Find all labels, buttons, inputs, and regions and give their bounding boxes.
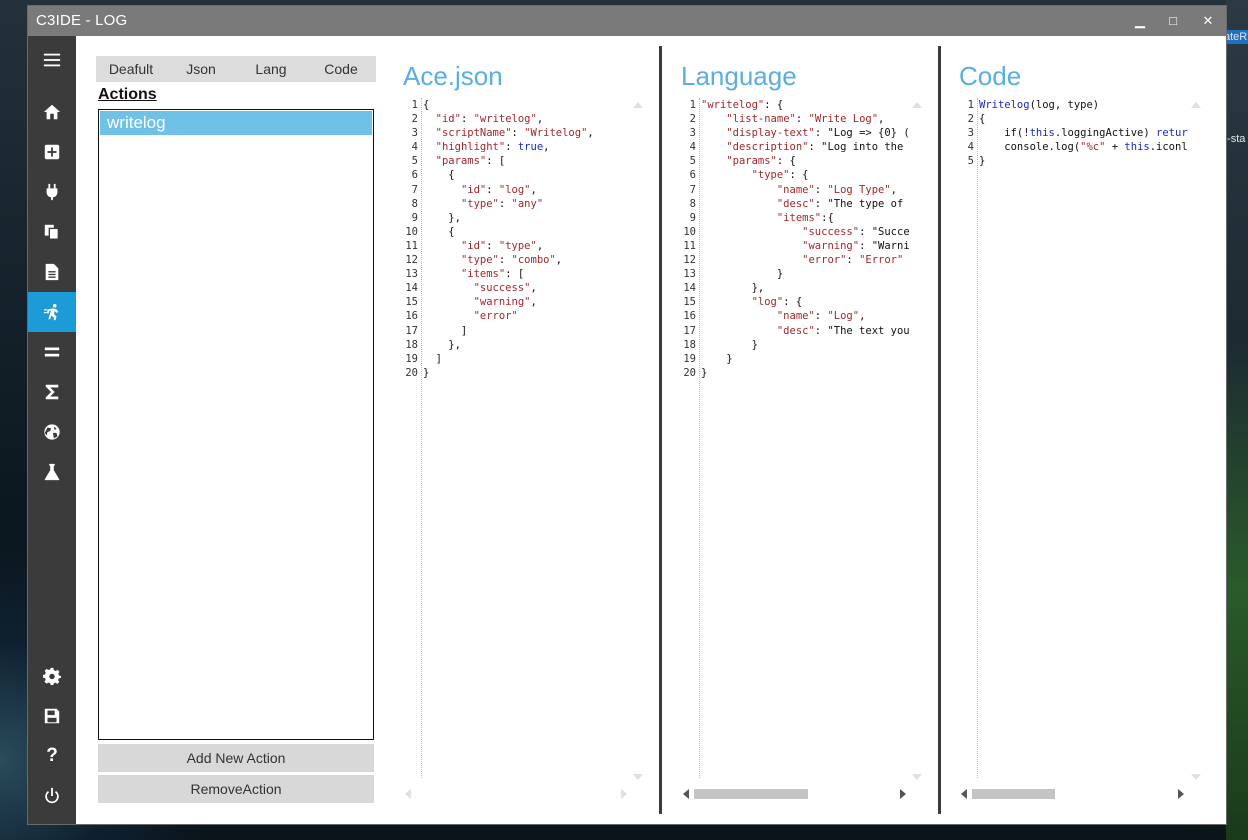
scroll-left-arrow[interactable] [405,789,411,799]
document-icon[interactable] [28,252,76,292]
copy-icon[interactable] [28,212,76,252]
code-editor[interactable]: 12345 Writelog(log, type) { if(!this.log… [960,98,1190,778]
scroll-down-arrow[interactable] [912,774,922,780]
plugin-icon[interactable] [28,172,76,212]
actions-heading: Actions [98,86,157,103]
scroll-right-arrow[interactable] [1178,789,1184,799]
pane-divider[interactable] [659,46,662,814]
scroll-down-arrow[interactable] [633,774,643,780]
code-text[interactable]: "writelog": { "list-name": "Write Log", … [701,98,910,380]
minimize-button[interactable]: ▁ [1123,9,1157,33]
gutter-divider [421,98,422,778]
pane-divider[interactable] [938,46,941,814]
home-icon[interactable] [28,92,76,132]
tab-json[interactable]: Json [166,56,236,82]
save-icon[interactable] [28,696,76,736]
tab-default[interactable]: Deafult [96,56,166,82]
action-icon[interactable] [28,292,76,332]
scroll-up-arrow[interactable] [1191,102,1201,108]
scroll-right-arrow[interactable] [621,789,627,799]
code-text[interactable]: Writelog(log, type) { if(!this.loggingAc… [979,98,1188,168]
tab-code[interactable]: Code [306,56,376,82]
desktop-label-mid: t-sta [1224,133,1246,145]
horizontal-scrollbar[interactable] [972,789,1055,799]
app-window: C3IDE - LOG ▁ □ ✕ ? Deafult Json Lang Co… [28,6,1226,824]
horizontal-scrollbar[interactable] [694,789,808,799]
scroll-right-arrow[interactable] [900,789,906,799]
window-title: C3IDE - LOG [36,12,128,29]
add-action-button[interactable]: Add New Action [98,744,374,772]
scroll-down-arrow[interactable] [1191,774,1201,780]
menu-icon[interactable] [28,40,76,80]
actions-list[interactable]: writelog [98,109,374,740]
remove-action-button[interactable]: RemoveAction [98,775,374,803]
desktop-edge [1226,0,1248,840]
line-numbers: 1 2 3 4 5 6 7 8 9 10 11 12 13 14 15 16 17 18 19 20 [405,99,418,379]
line-numbers: 1 2 3 4 5 6 7 8 9 10 11 12 13 14 15 16 17 18 19 20 [683,99,696,379]
gutter-divider [699,98,700,778]
scroll-left-arrow[interactable] [683,789,689,799]
gutter-divider [977,98,978,778]
code-text[interactable]: { "id": "writelog", "scriptName": "Write… [423,98,594,380]
sidebar: ? [28,36,76,824]
desktop-label-top: ateR [1224,31,1248,43]
flask-icon[interactable] [28,452,76,492]
power-icon[interactable] [28,776,76,816]
help-icon[interactable]: ? [28,736,76,776]
settings-icon[interactable] [28,656,76,696]
tab-lang[interactable]: Lang [236,56,306,82]
scroll-left-arrow[interactable] [961,789,967,799]
scroll-up-arrow[interactable] [912,102,922,108]
maximize-button[interactable]: □ [1156,9,1190,33]
ace-pane-title: Ace.json [403,61,503,91]
scroll-up-arrow[interactable] [633,102,643,108]
close-button[interactable]: ✕ [1191,9,1225,33]
globe-icon[interactable] [28,412,76,452]
equals-icon[interactable] [28,332,76,372]
list-item-writelog[interactable]: writelog [100,111,372,135]
line-numbers: 12345 [967,99,974,168]
view-tabs: Deafult Json Lang Code [96,56,376,82]
title-bar: C3IDE - LOG ▁ □ ✕ [28,6,1226,36]
language-pane-title: Language [681,61,797,91]
ace-json-editor[interactable]: 1 2 3 4 5 6 7 8 9 10 11 12 13 14 15 16 17 18 19 20 { "id": … [404,98,652,778]
add-icon[interactable] [28,132,76,172]
code-pane-title: Code [959,61,1022,91]
language-editor[interactable]: 1 2 3 4 5 6 7 8 9 10 11 12 13 14 15 16 17 18 19 20 "writelo… [682,98,912,778]
sigma-icon[interactable] [28,372,76,412]
